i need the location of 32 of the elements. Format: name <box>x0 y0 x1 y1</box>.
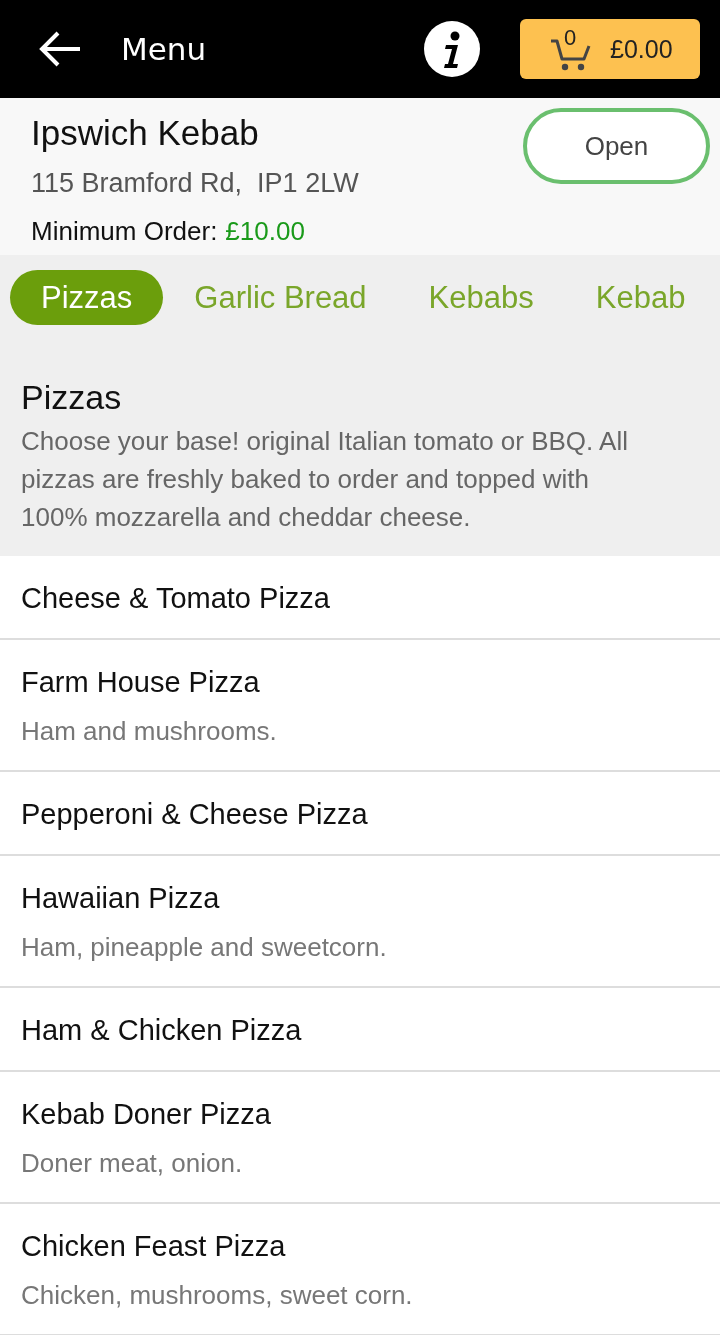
menu-item[interactable]: Chicken Feast Pizza Chicken, mushrooms, sweet corn. <box>0 1204 720 1335</box>
minimum-order-label: Minimum Order: <box>31 216 218 246</box>
section-title: Pizzas <box>21 377 123 418</box>
item-name: Hawaiian Pizza <box>21 882 221 914</box>
page-title: Menu <box>121 31 208 67</box>
item-name: Farm House Pizza <box>21 666 261 698</box>
cart-total: £0.00 <box>610 34 673 64</box>
item-description: Ham, pineapple and sweetcorn. <box>21 932 388 962</box>
menu-item[interactable]: Kebab Doner Pizza Doner meat, onion. <box>0 1072 720 1204</box>
minimum-order-value: £10.00 <box>225 216 305 246</box>
item-name: Chicken Feast Pizza <box>21 1230 287 1262</box>
item-description: Doner meat, onion. <box>21 1148 244 1178</box>
item-name: Cheese & Tomato Pizza <box>21 582 331 614</box>
back-arrow-icon <box>38 31 82 67</box>
info-icon[interactable] <box>424 21 480 77</box>
open-status-button[interactable]: Open <box>523 108 710 184</box>
store-name: Ipswich Kebab <box>31 112 260 154</box>
menu-item[interactable]: Farm House Pizza Ham and mushrooms. <box>0 640 720 772</box>
store-address: 115 Bramford Rd, IP1 2LW <box>31 168 360 198</box>
menu-item[interactable]: Pepperoni & Cheese Pizza <box>0 772 720 856</box>
item-name: Ham & Chicken Pizza <box>21 1014 303 1046</box>
item-description: Chicken, mushrooms, sweet corn. <box>21 1280 414 1310</box>
section-description: Choose your base! original Italian tomato or BBQ. All pizzas are freshly baked to order and topped with 100% mozzarella and cheddar cheese. <box>21 425 629 534</box>
cart-count: 0 <box>564 27 577 49</box>
item-name: Kebab Doner Pizza <box>21 1098 272 1130</box>
menu-item[interactable]: Hawaiian Pizza Ham, pineapple and sweetcorn. <box>0 856 720 988</box>
cart-button[interactable]: 0 £0.00 <box>520 19 700 79</box>
back-button[interactable] <box>38 31 82 67</box>
item-description: Ham and mushrooms. <box>21 716 278 746</box>
menu-item[interactable]: Cheese & Tomato Pizza <box>0 556 720 640</box>
item-name: Pepperoni & Cheese Pizza <box>21 798 369 830</box>
menu-item[interactable]: Ham & Chicken Pizza <box>0 988 720 1072</box>
